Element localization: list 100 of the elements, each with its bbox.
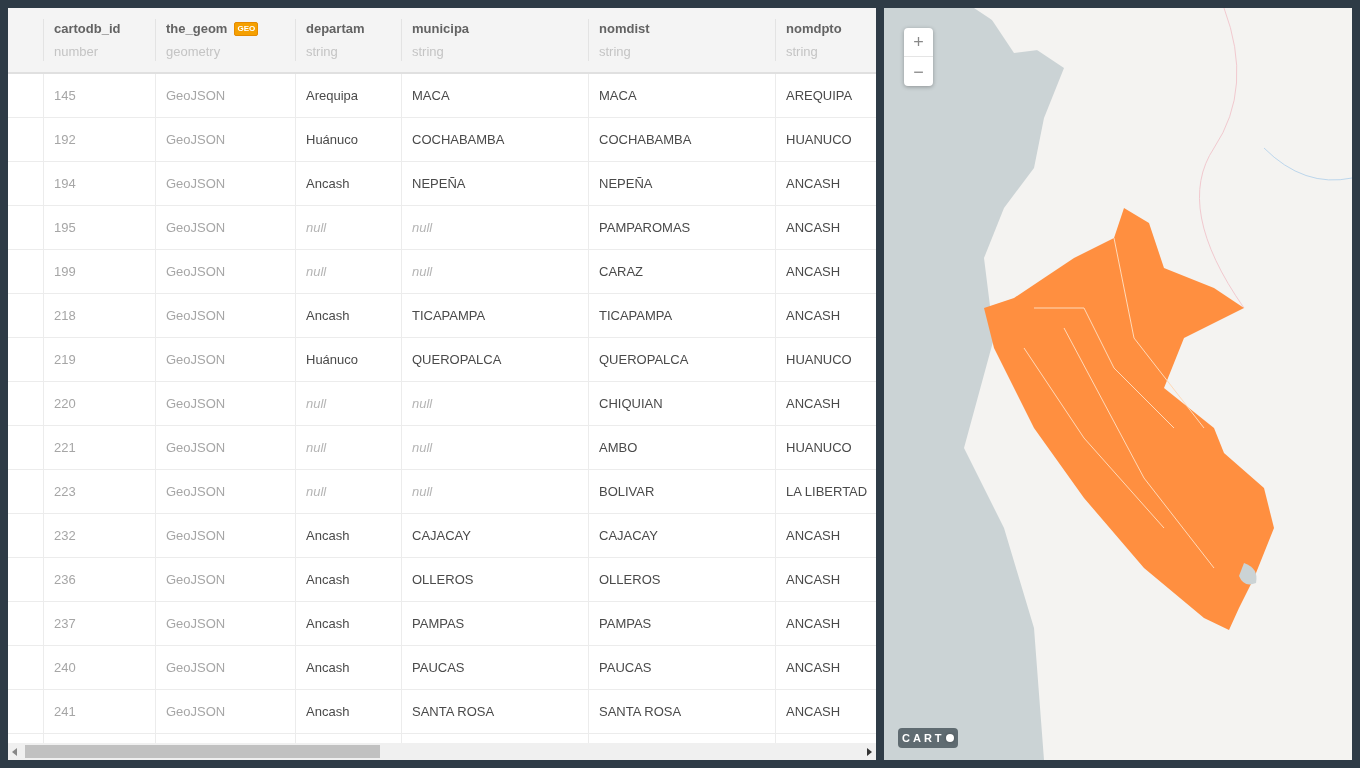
table-cell-text: ANCASH xyxy=(786,174,841,193)
table-cell-text: GeoJSON xyxy=(166,218,226,237)
table-cell-text: null xyxy=(306,482,327,501)
table-cell-text: Ancash xyxy=(306,702,350,721)
table-cell-text: 219 xyxy=(54,350,76,369)
table-cell-text: Ancash xyxy=(306,614,350,633)
table-cell-text: null xyxy=(412,394,433,413)
table-cell-text: GeoJSON xyxy=(166,174,226,193)
scrollbar-thumb[interactable] xyxy=(25,745,380,758)
table-cell-text: SANTA ROSA xyxy=(412,702,495,721)
table-cell-text: GeoJSON xyxy=(166,658,226,677)
table-cell-text: PAUCAS xyxy=(412,658,465,677)
table-cell-text: null xyxy=(306,438,327,457)
carto-logo-text: CART xyxy=(902,730,945,746)
table-cell-text: 223 xyxy=(54,482,76,501)
column-name: the_geom xyxy=(166,20,228,38)
table-cell-text: 237 xyxy=(54,614,76,633)
table-cell-text: Ancash xyxy=(306,526,350,545)
table-cell-text: 221 xyxy=(54,438,76,457)
table-cell-text: GeoJSON xyxy=(166,526,226,545)
table-cell-text: PAMPAROMAS xyxy=(599,218,691,237)
column-name: municipa xyxy=(412,20,470,38)
table-cell-text: Ancash xyxy=(306,658,350,677)
table-cell-text: QUEROPALCA xyxy=(412,350,502,369)
table-cell-text: GeoJSON xyxy=(166,702,226,721)
table-cell-text: 232 xyxy=(54,526,76,545)
table-cell-text: 240 xyxy=(54,658,76,677)
column-name: nomdist xyxy=(599,20,650,38)
table-cell-text: HUANUCO xyxy=(786,130,852,149)
table-cell-text: ANCASH xyxy=(786,614,841,633)
table-cell-text: null xyxy=(412,218,433,237)
table-cell-text: 194 xyxy=(54,174,76,193)
table-cell-text: TICAPAMPA xyxy=(599,306,673,325)
table-cell-text: 192 xyxy=(54,130,76,149)
table-cell-text: Ancash xyxy=(306,570,350,589)
table-cell-text: COCHABAMBA xyxy=(412,130,505,149)
table-cell-text: ANCASH xyxy=(786,702,841,721)
table-cell-text: LA LIBERTAD xyxy=(786,482,868,501)
scroll-right-icon[interactable] xyxy=(867,747,872,756)
table-cell-text: AMBO xyxy=(599,438,638,457)
table-cell-text: GeoJSON xyxy=(166,262,226,281)
table-cell-text: BOLIVAR xyxy=(599,482,655,501)
table-cell-text: null xyxy=(412,482,433,501)
geo-badge: GEO xyxy=(234,21,259,36)
table-cell-text: 236 xyxy=(54,570,76,589)
table-cell-text: MACA xyxy=(412,86,450,105)
table-cell-text: CARAZ xyxy=(599,262,644,281)
table-cell-text: NEPEÑA xyxy=(599,174,653,193)
table-cell-text: GeoJSON xyxy=(166,482,226,501)
table-cell-text: ANCASH xyxy=(786,262,841,281)
table-cell-text: GeoJSON xyxy=(166,614,226,633)
table-cell-text: 199 xyxy=(54,262,76,281)
table-cell-text: AREQUIPA xyxy=(786,86,853,105)
table-cell-text: Ancash xyxy=(306,174,350,193)
table-cell-text: CAJACAY xyxy=(412,526,471,545)
table-cell-text: 195 xyxy=(54,218,76,237)
table-cell-text: ANCASH xyxy=(786,526,841,545)
table-cell-text: NEPEÑA xyxy=(412,174,466,193)
table-cell-text: TICAPAMPA xyxy=(412,306,486,325)
table-cell-text: ANCASH xyxy=(786,394,841,413)
table-cell-text: GeoJSON xyxy=(166,394,226,413)
zoom-in-button[interactable]: + xyxy=(904,28,933,57)
table-cell-text: 218 xyxy=(54,306,76,325)
scroll-left-icon[interactable] xyxy=(12,747,17,756)
table-cell-text: 145 xyxy=(54,86,76,105)
table-cell-text: MACA xyxy=(599,86,637,105)
table-cell-text: Huánuco xyxy=(306,130,359,149)
table-cell-text: CHIQUIAN xyxy=(599,394,663,413)
table-cell-text: QUEROPALCA xyxy=(599,350,689,369)
table-cell-text: OLLEROS xyxy=(599,570,661,589)
column-name: cartodb_id xyxy=(54,20,121,38)
table-cell-text: HUANUCO xyxy=(786,350,852,369)
table-cell-text: ANCASH xyxy=(786,218,841,237)
table-cell-text: GeoJSON xyxy=(166,86,226,105)
table-cell-text: ANCASH xyxy=(786,306,841,325)
table-cell-text: PAMPAS xyxy=(412,614,465,633)
table-cell-text: null xyxy=(306,262,327,281)
table-cell-text: COCHABAMBA xyxy=(599,130,692,149)
horizontal-scrollbar[interactable] xyxy=(8,743,876,760)
table-cell-text: PAUCAS xyxy=(599,658,652,677)
table-cell-text: GeoJSON xyxy=(166,130,226,149)
table-cell-text: Huánuco xyxy=(306,350,359,369)
table-cell-text: GeoJSON xyxy=(166,350,226,369)
table-cell-text: GeoJSON xyxy=(166,306,226,325)
column-name: departam xyxy=(306,20,365,38)
table-cell-text: null xyxy=(412,262,433,281)
table-cell-text: OLLEROS xyxy=(412,570,474,589)
table-cell-text: GeoJSON xyxy=(166,570,226,589)
table-cell-text: Ancash xyxy=(306,306,350,325)
column-name: nomdpto xyxy=(786,20,842,38)
table-cell-text: null xyxy=(412,438,433,457)
table-cell-text: ANCASH xyxy=(786,570,841,589)
table-cell-text: GeoJSON xyxy=(166,438,226,457)
table-cell-text: null xyxy=(306,394,327,413)
table-cell-text: PAMPAS xyxy=(599,614,652,633)
table-cell-text: 220 xyxy=(54,394,76,413)
zoom-out-button[interactable]: − xyxy=(904,57,933,86)
table-cell-text: Arequipa xyxy=(306,86,359,105)
table-cell-text: 241 xyxy=(54,702,76,721)
table-cell-text: ANCASH xyxy=(786,658,841,677)
